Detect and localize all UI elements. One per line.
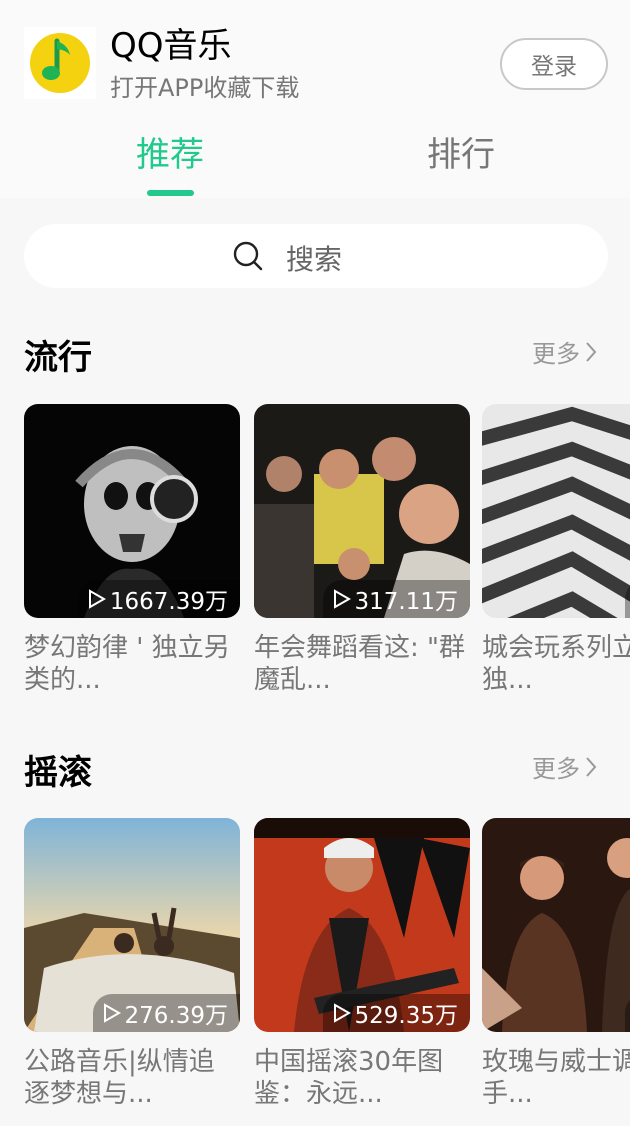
play-icon (333, 1003, 351, 1023)
play-count-badge: 276.39万 (92, 994, 240, 1032)
header: QQ音乐 打开APP收藏下载 登录 推荐 排行 (0, 0, 630, 198)
play-count-badge: 317.11万 (322, 580, 470, 618)
active-tab-indicator (147, 190, 194, 196)
more-link-pop[interactable]: 更多 (532, 334, 598, 369)
more-link-rock[interactable]: 更多 (532, 749, 598, 784)
section-title-pop: 流行 (24, 338, 92, 378)
playlist-card[interactable]: 26 城会玩系列立独行 独... (482, 404, 630, 696)
play-icon (333, 589, 351, 609)
app-logo[interactable] (24, 27, 96, 99)
playlist-caption[interactable]: 中国摇滚30年图鉴：永远... (254, 1046, 470, 1110)
app-name: QQ音乐 (110, 26, 232, 66)
search-bar[interactable]: 搜索 (24, 224, 608, 288)
play-count-badge: 529.35万 (322, 994, 470, 1032)
playlist-caption[interactable]: 城会玩系列立独行 独... (482, 632, 630, 696)
chevron-right-icon (586, 341, 597, 362)
play-count-badge: 1667.39万 (77, 580, 240, 618)
playlist-card[interactable]: 529.35万 中国摇滚30年图鉴：永远... (254, 818, 470, 1110)
page: QQ音乐 打开APP收藏下载 登录 推荐 排行 搜索 流行 更多 1667.39… (0, 0, 630, 1126)
more-label: 更多 (532, 755, 580, 783)
playlist-card[interactable]: 1667.39万 梦幻韵律 ' 独立另类的... (24, 404, 240, 696)
app-subtitle[interactable]: 打开APP收藏下载 (110, 68, 299, 103)
zebra-stripes-image (482, 404, 630, 618)
tab-ranking[interactable]: 排行 (371, 127, 551, 176)
more-label: 更多 (532, 340, 580, 368)
play-icon (103, 1003, 121, 1023)
qq-music-logo-icon (30, 33, 90, 93)
playlist-cover[interactable]: 39 (482, 818, 630, 1032)
tab-recommend[interactable]: 推荐 (80, 127, 260, 176)
play-icon (88, 589, 106, 609)
playlist-caption[interactable]: 年会舞蹈看这: "群魔乱... (254, 632, 470, 696)
playlist-caption[interactable]: 公路音乐|纵情追逐梦想与... (24, 1046, 240, 1110)
play-count: 276.39万 (124, 1003, 228, 1029)
playlist-caption[interactable]: 梦幻韵律 ' 独立另类的... (24, 632, 240, 696)
play-count: 1667.39万 (109, 589, 228, 615)
playlist-cover[interactable]: 1667.39万 (24, 404, 240, 618)
concert-duo-image (482, 818, 630, 1032)
section-title-rock: 摇滚 (24, 753, 92, 793)
search-icon (233, 241, 263, 271)
play-count: 529.35万 (354, 1003, 458, 1029)
search-placeholder: 搜索 (286, 243, 343, 276)
playlist-cover[interactable]: 276.39万 (24, 818, 240, 1032)
chevron-right-icon (586, 756, 597, 777)
playlist-card[interactable]: 39 玫瑰与威士调女歌手... (482, 818, 630, 1110)
playlist-cover[interactable]: 317.11万 (254, 404, 470, 618)
playlist-caption[interactable]: 玫瑰与威士调女歌手... (482, 1046, 630, 1110)
playlist-cover[interactable]: 529.35万 (254, 818, 470, 1032)
playlist-card[interactable]: 317.11万 年会舞蹈看这: "群魔乱... (254, 404, 470, 696)
playlist-card[interactable]: 276.39万 公路音乐|纵情追逐梦想与... (24, 818, 240, 1110)
play-count: 317.11万 (354, 589, 458, 615)
login-button[interactable]: 登录 (500, 38, 608, 90)
playlist-cover[interactable]: 26 (482, 404, 630, 618)
